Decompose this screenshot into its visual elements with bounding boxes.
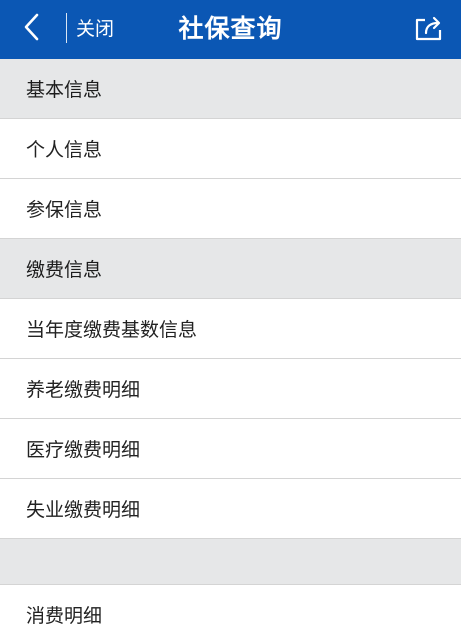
- app-screen: 关闭 社保查询 基本信息 个人信息 参保信息 缴费信息 当年度缴费基数信息 养老…: [0, 0, 461, 640]
- list-item-insured-info[interactable]: 参保信息: [0, 179, 461, 239]
- section-header-basic-info: 基本信息: [0, 59, 461, 119]
- share-icon: [414, 14, 444, 46]
- list-item-medical-details[interactable]: 医疗缴费明细: [0, 419, 461, 479]
- section-header-empty: [0, 539, 461, 585]
- back-button[interactable]: [14, 9, 50, 49]
- list-item-personal-info[interactable]: 个人信息: [0, 119, 461, 179]
- top-bar: 关闭 社保查询: [0, 0, 461, 59]
- chevron-left-icon: [22, 12, 42, 46]
- header-divider: [66, 13, 67, 43]
- list-item-unemployment-details[interactable]: 失业缴费明细: [0, 479, 461, 539]
- list-item-pension-details[interactable]: 养老缴费明细: [0, 359, 461, 419]
- page-title: 社保查询: [178, 14, 283, 43]
- list-item-consumption-details[interactable]: 消费明细: [0, 585, 461, 640]
- share-button[interactable]: [413, 14, 445, 46]
- list-item-annual-base-info[interactable]: 当年度缴费基数信息: [0, 299, 461, 359]
- section-header-payment-info: 缴费信息: [0, 239, 461, 299]
- menu-list: 基本信息 个人信息 参保信息 缴费信息 当年度缴费基数信息 养老缴费明细 医疗缴…: [0, 59, 461, 640]
- close-button[interactable]: 关闭: [76, 14, 114, 44]
